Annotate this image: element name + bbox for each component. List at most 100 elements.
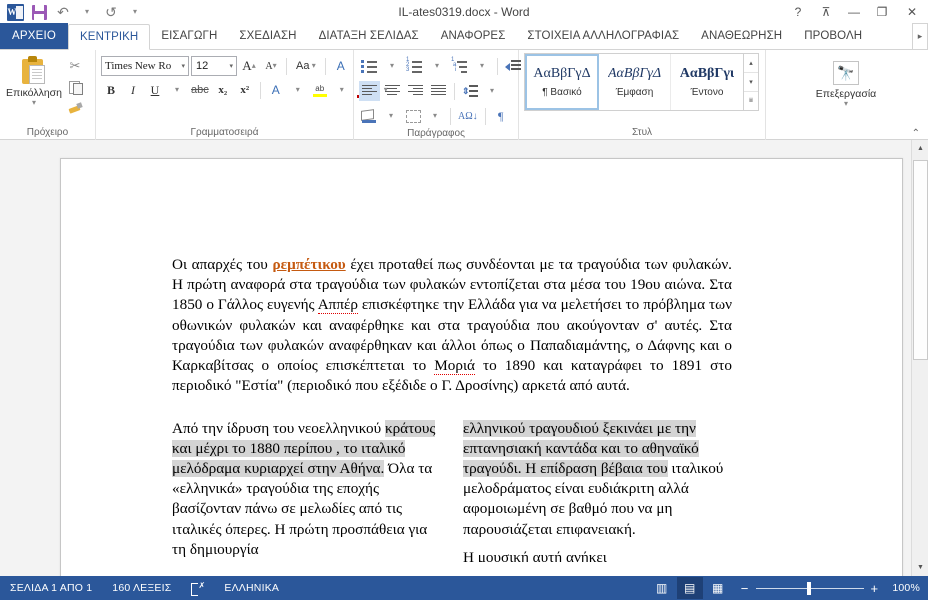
status-language[interactable]: ΕΛΛΗΝΙΚΑ — [214, 582, 289, 594]
subscript-button[interactable]: x₂ — [213, 80, 233, 100]
font-name-input[interactable]: Times New Ro ▾ — [101, 56, 189, 76]
multilevel-list-button[interactable]: 1 a i — [449, 56, 470, 76]
style-item-emphasis[interactable]: ΑαΒβΓγΔ Έμφαση — [599, 54, 671, 110]
tab-references[interactable]: ΑΝΑΦΟΡΕΣ — [430, 23, 517, 49]
restore-button[interactable]: ❐ — [868, 0, 896, 24]
font-name-dropdown-icon[interactable]: ▾ — [181, 62, 188, 70]
zoom-thumb[interactable] — [806, 581, 811, 595]
customize-qat-icon[interactable]: ▾ — [124, 2, 146, 22]
minimize-button[interactable]: — — [840, 0, 868, 24]
print-layout-button[interactable]: ▤ — [676, 577, 703, 599]
column-right[interactable]: ελληνικού τραγουδιού ξεκινάει με την επτ… — [463, 419, 732, 562]
paragraph-cut-off[interactable]: Η μουσική αυτή ανήκει — [463, 548, 732, 562]
underline-button[interactable]: U — [145, 80, 165, 100]
align-center-button[interactable] — [382, 81, 403, 101]
sort-button[interactable]: AΩ↓ — [456, 106, 480, 126]
shading-button[interactable] — [359, 106, 379, 126]
tab-insert[interactable]: ΕΙΣΑΓΩΓΗ — [150, 23, 228, 49]
styles-scroll-up-icon[interactable]: ▴ — [744, 54, 758, 73]
proofing-errors-icon[interactable] — [181, 581, 214, 596]
document-content[interactable]: Οι απαρχές του ρεμπέτικου έχει προταθεί … — [172, 255, 732, 562]
clear-formatting-button[interactable]: A — [331, 56, 351, 76]
column-left[interactable]: Από την ίδρυση του νεοελληνικού κράτους … — [172, 419, 441, 562]
bullet-list-dropdown-icon[interactable]: ▾ — [382, 56, 402, 76]
italic-button[interactable]: I — [123, 80, 143, 100]
shading-dropdown-icon[interactable]: ▾ — [381, 106, 401, 126]
document-canvas[interactable]: Οι απαρχές του ρεμπέτικου έχει προταθεί … — [0, 140, 928, 576]
close-button[interactable]: ✕ — [896, 0, 928, 24]
zoom-slider[interactable]: − + — [733, 581, 887, 595]
copy-button[interactable] — [65, 78, 85, 96]
document-page[interactable]: Οι απαρχές του ρεμπέτικου έχει προταθεί … — [60, 158, 903, 576]
tab-design[interactable]: ΣΧΕΔΙΑΣΗ — [228, 23, 307, 49]
align-left-button[interactable] — [359, 81, 380, 101]
zoom-level-label[interactable]: 100% — [888, 582, 920, 594]
tab-overflow-icon[interactable]: ▸ — [912, 23, 928, 49]
font-size-input[interactable]: 12 ▾ — [191, 56, 237, 76]
vertical-scrollbar[interactable]: ▲ ▼ — [911, 140, 928, 576]
paragraph-right[interactable]: ελληνικού τραγουδιού ξεκινάει με την επτ… — [463, 419, 732, 540]
multilevel-list-dropdown-icon[interactable]: ▾ — [472, 56, 492, 76]
zoom-in-button[interactable]: + — [871, 582, 879, 595]
zoom-out-button[interactable]: − — [741, 582, 749, 595]
undo-icon[interactable]: ↶ — [52, 2, 74, 22]
word-logo-icon[interactable]: W — [4, 2, 26, 22]
tab-mailings[interactable]: ΣΤΟΙΧΕΙΑ ΑΛΛΗΛΟΓΡΑΦΙΑΣ — [516, 23, 690, 49]
scrollbar-thumb[interactable] — [913, 160, 928, 360]
line-spacing-button[interactable]: ⇕ — [460, 81, 480, 101]
paragraph-intro[interactable]: Οι απαρχές του ρεμπέτικου έχει προταθεί … — [172, 255, 732, 397]
tab-review[interactable]: ΑΝΑΘΕΩΡΗΣΗ — [690, 23, 793, 49]
save-icon[interactable] — [28, 2, 50, 22]
collapse-ribbon-icon[interactable]: ⌃ — [912, 128, 920, 139]
highlight-button[interactable]: ab — [310, 80, 330, 100]
editing-button[interactable]: 🔭 Επεξεργασία ▾ — [811, 58, 881, 108]
underline-dropdown-icon[interactable]: ▾ — [167, 80, 187, 100]
text-effects-button[interactable]: A — [266, 80, 286, 100]
ribbon-display-options-button[interactable]: ⊼ — [812, 0, 840, 24]
numbered-list-button[interactable]: 1 2 3 — [404, 56, 425, 76]
status-word-count[interactable]: 160 ΛΕΞΕΙΣ — [102, 582, 181, 594]
hyperlink-rebetiko[interactable]: ρεμπέτικου — [272, 256, 345, 273]
read-mode-button[interactable]: ▥ — [649, 577, 675, 599]
editing-caret-icon[interactable]: ▾ — [844, 100, 848, 108]
help-button[interactable]: ? — [784, 0, 812, 24]
web-layout-button[interactable]: ▦ — [705, 577, 731, 599]
scroll-down-button[interactable]: ▼ — [912, 559, 928, 576]
status-page-info[interactable]: ΣΕΛΙΔΑ 1 ΑΠΟ 1 — [0, 582, 102, 594]
borders-dropdown-icon[interactable]: ▾ — [425, 106, 445, 126]
borders-button[interactable] — [403, 106, 423, 126]
undo-dropdown-icon[interactable]: ▾ — [76, 2, 98, 22]
cut-button[interactable]: ✂ — [65, 57, 85, 75]
paragraph-left[interactable]: Από την ίδρυση του νεοελληνικού κράτους … — [172, 419, 441, 561]
superscript-button[interactable]: x² — [235, 80, 255, 100]
align-right-button[interactable] — [405, 81, 426, 101]
line-spacing-dropdown-icon[interactable]: ▾ — [482, 81, 502, 101]
tab-page-layout[interactable]: ΔΙΑΤΑΞΗ ΣΕΛΙΔΑΣ — [308, 23, 430, 49]
style-item-normal[interactable]: ΑαΒβΓγΔ ¶ Βασικό — [525, 54, 599, 110]
highlight-dropdown-icon[interactable]: ▾ — [332, 80, 352, 100]
style-item-strong[interactable]: ΑαΒβΓγι Έντονο — [671, 54, 743, 110]
bold-button[interactable]: B — [101, 80, 121, 100]
font-size-value: 12 — [196, 60, 209, 72]
paste-button[interactable]: Επικόλληση ▾ — [5, 54, 63, 107]
styles-more-icon[interactable]: ⩸ — [744, 92, 758, 110]
shrink-font-button[interactable]: A ▾ — [261, 56, 281, 76]
paste-caret-icon[interactable]: ▾ — [32, 99, 36, 107]
scroll-up-button[interactable]: ▲ — [912, 140, 928, 157]
show-formatting-marks-button[interactable]: ¶ — [491, 106, 511, 126]
strikethrough-button[interactable]: abc — [189, 80, 211, 100]
numbered-list-dropdown-icon[interactable]: ▾ — [427, 56, 447, 76]
zoom-track[interactable] — [755, 581, 864, 595]
format-painter-button[interactable] — [65, 99, 85, 117]
grow-font-button[interactable]: A ▴ — [239, 56, 259, 76]
change-case-button[interactable]: Aa ▾ — [292, 56, 320, 76]
text-effects-dropdown-icon[interactable]: ▾ — [288, 80, 308, 100]
redo-icon[interactable]: ↺ — [100, 2, 122, 22]
justify-button[interactable] — [428, 81, 449, 101]
tab-view[interactable]: ΠΡΟΒΟΛΗ — [793, 23, 873, 49]
bullet-list-button[interactable] — [359, 56, 380, 76]
styles-scroll-down-icon[interactable]: ▾ — [744, 73, 758, 92]
tab-file[interactable]: ΑΡΧΕΙΟ — [0, 23, 69, 49]
tab-home[interactable]: ΚΕΝΤΡΙΚΗ — [68, 24, 151, 50]
font-size-dropdown-icon[interactable]: ▾ — [229, 62, 236, 70]
